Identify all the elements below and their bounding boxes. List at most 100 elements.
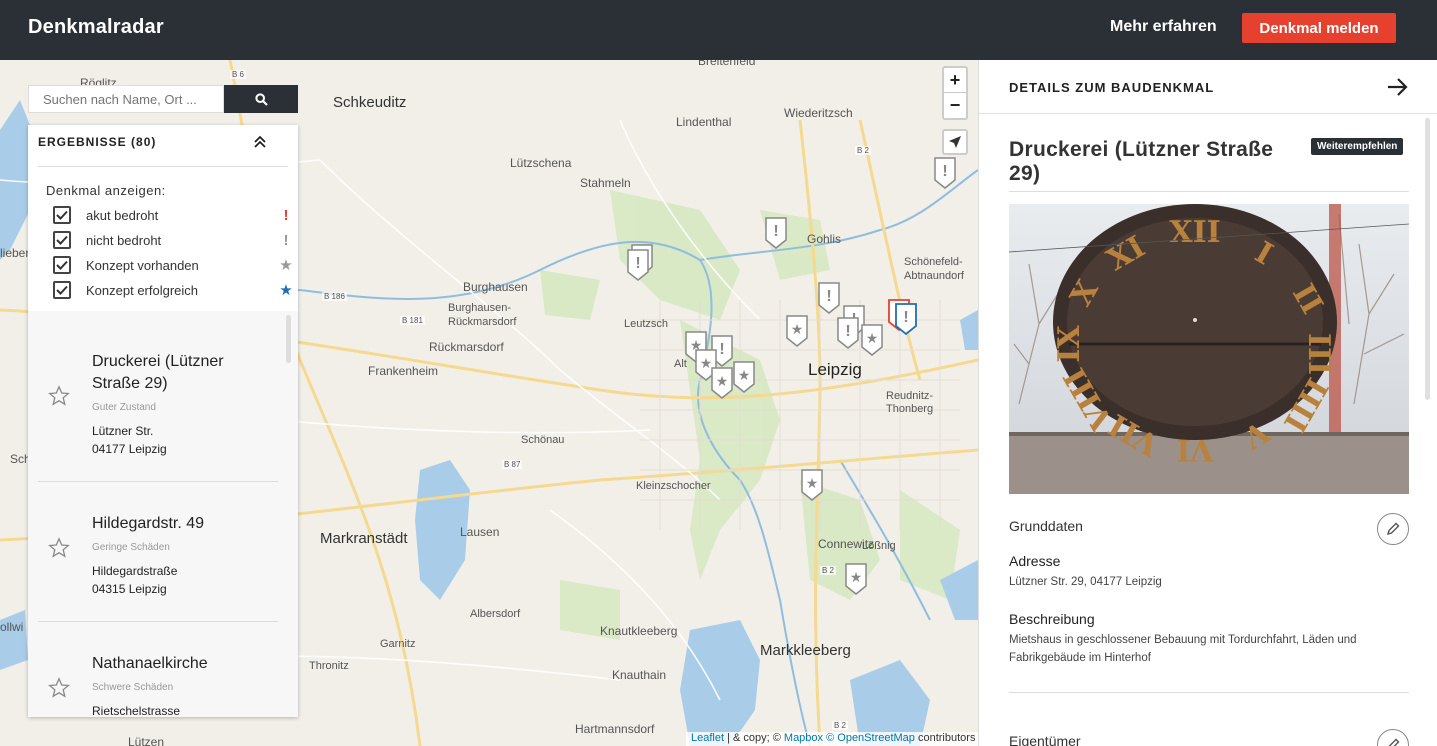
map-marker-concept[interactable]: ★	[800, 468, 824, 502]
osm-link[interactable]: OpenStreetMap	[837, 732, 915, 744]
place-label: Lößnig	[862, 540, 896, 552]
place-label-leipzig: Leipzig	[808, 360, 862, 379]
filter-concept-successful[interactable]: Konzept erfolgreich ★	[53, 280, 293, 300]
collapse-icon[interactable]	[252, 133, 268, 151]
attribution-suffix: contributors	[914, 732, 976, 744]
results-title: ERGEBNISSE (80)	[38, 135, 157, 149]
svg-text:★: ★	[791, 322, 804, 338]
search-button[interactable]	[224, 85, 298, 113]
place-label: Kleinzschocher	[636, 480, 711, 492]
check-icon	[56, 260, 68, 270]
place-label: Stahmeln	[580, 176, 631, 190]
road-label: B 2	[855, 146, 872, 155]
svg-text:!: !	[845, 323, 850, 340]
map-marker-concept[interactable]: ★	[732, 360, 756, 394]
svg-text:!: !	[942, 163, 947, 180]
arrow-right-icon[interactable]	[1387, 77, 1409, 97]
list-item[interactable]: Hildegardstr. 49 Geringe Schäden Hildega…	[28, 481, 298, 621]
place-label: Lützen	[128, 735, 165, 746]
place-label: ollwi	[0, 620, 24, 634]
map-marker-not-threatened[interactable]: !	[817, 281, 841, 315]
place-label: Gohlis	[807, 232, 842, 246]
zoom-in-button[interactable]: +	[944, 68, 966, 93]
map-marker-concept[interactable]: ★	[844, 562, 868, 596]
list-item[interactable]: Druckerei (Lützner Straße 29) Guter Zust…	[28, 311, 298, 456]
place-label: Wiederitzsch	[784, 106, 853, 120]
place-label: Rückmarsdorf	[448, 316, 517, 328]
top-bar: Denkmalradar Mehr erfahren Denkmal melde…	[0, 0, 1437, 60]
filter-label: nicht bedroht	[86, 232, 162, 248]
monument-title: Druckerei (Lützner Straße 29)	[1009, 138, 1274, 185]
map-marker-not-threatened[interactable]: !	[836, 316, 860, 350]
list-item[interactable]: Nathanaelkirche Schwere Schäden Rietsche…	[28, 621, 298, 717]
road-label: B 181	[400, 316, 425, 325]
pencil-icon	[1386, 522, 1400, 536]
star-outline-icon[interactable]	[48, 537, 70, 559]
place-label: Reudnitz-	[886, 390, 934, 402]
results-list[interactable]: Druckerei (Lützner Straße 29) Guter Zust…	[28, 311, 298, 717]
map-marker-not-threatened[interactable]: !	[894, 302, 918, 336]
place-label: Schkeuditz	[333, 94, 407, 111]
filter-concept-available[interactable]: Konzept vorhanden ★	[53, 255, 293, 275]
place-label: Knautkleeberg	[600, 624, 678, 638]
place-label: Hartmannsdorf	[575, 722, 655, 736]
place-label: Schönefeld-	[904, 256, 963, 268]
checkbox[interactable]	[53, 231, 71, 249]
place-label: Frankenheim	[368, 364, 439, 378]
detail-panel: DETAILS ZUM BAUDENKMAL Druckerei (Lützne…	[978, 60, 1437, 746]
detail-header: DETAILS ZUM BAUDENKMAL	[979, 60, 1437, 114]
checkbox[interactable]	[53, 281, 71, 299]
map-marker-not-threatened[interactable]: !	[764, 216, 788, 250]
zoom-control: + −	[942, 66, 968, 120]
filter-acutely-threatened[interactable]: akut bedroht !	[53, 205, 293, 225]
star-outline-icon[interactable]	[48, 385, 70, 407]
star-outline-icon[interactable]	[48, 677, 70, 699]
map-marker-concept[interactable]: ★	[710, 366, 734, 400]
search-input[interactable]	[28, 85, 224, 113]
item-city: 04177 Leipzig	[92, 442, 167, 456]
place-label: Markranstädt	[320, 530, 408, 547]
map-marker-not-threatened[interactable]: !	[933, 156, 957, 190]
map-marker-concept[interactable]: ★	[860, 323, 884, 357]
exclamation-icon: !	[283, 206, 289, 224]
detail-header-title: DETAILS ZUM BAUDENKMAL	[1009, 80, 1215, 95]
leaflet-link[interactable]: Leaflet	[691, 732, 724, 744]
map-marker-not-threatened[interactable]: !	[626, 248, 650, 282]
item-name: Nathanaelkirche	[92, 655, 208, 672]
scrollbar[interactable]	[1425, 118, 1430, 400]
place-label: Schönau	[521, 434, 565, 446]
svg-text:★: ★	[806, 476, 819, 492]
zoom-out-button[interactable]: −	[944, 93, 966, 118]
divider	[38, 166, 288, 167]
report-monument-button[interactable]: Denkmal melden	[1242, 13, 1396, 43]
svg-text:!: !	[903, 309, 908, 326]
locate-button[interactable]	[942, 129, 968, 155]
address-value: Lützner Str. 29, 04177 Leipzig	[1009, 576, 1162, 588]
mapbox-link[interactable]: Mapbox	[784, 732, 823, 744]
road-label: B 186	[322, 292, 347, 301]
svg-text:★: ★	[738, 368, 751, 384]
svg-text:VI: VI	[1176, 432, 1214, 467]
description-value: Mietshaus in geschlossener Bebauung mit …	[1009, 634, 1357, 664]
results-panel: ERGEBNISSE (80) Denkmal anzeigen: akut b…	[28, 125, 298, 717]
checkbox[interactable]	[53, 256, 71, 274]
divider	[1009, 692, 1409, 693]
svg-text:III: III	[1301, 333, 1336, 375]
road-label: B 6	[230, 70, 247, 79]
filter-label: Konzept erfolgreich	[86, 282, 199, 298]
edit-basic-button[interactable]	[1377, 513, 1409, 545]
road-label: B 2	[820, 566, 837, 575]
checkbox[interactable]	[53, 206, 71, 224]
filter-not-threatened[interactable]: nicht bedroht !	[53, 230, 293, 250]
map-marker-concept[interactable]: ★	[785, 314, 809, 348]
brand-logo[interactable]: Denkmalradar	[28, 16, 164, 39]
section-owner-title: Eigentümer	[1009, 733, 1081, 746]
edit-owner-button[interactable]	[1377, 729, 1409, 746]
section-basic-title: Grunddaten	[1009, 518, 1083, 534]
photo-carousel[interactable]: XII I II III IIII V VI VII VIII IX X XI	[1009, 204, 1409, 494]
recommend-badge[interactable]: Weiterempfehlen	[1311, 138, 1404, 155]
place-label: Leutzsch	[624, 318, 669, 330]
place-label: Abtnaundorf	[904, 270, 964, 282]
learn-more-link[interactable]: Mehr erfahren	[1110, 18, 1217, 36]
place-label: Markkleeberg	[760, 642, 851, 659]
